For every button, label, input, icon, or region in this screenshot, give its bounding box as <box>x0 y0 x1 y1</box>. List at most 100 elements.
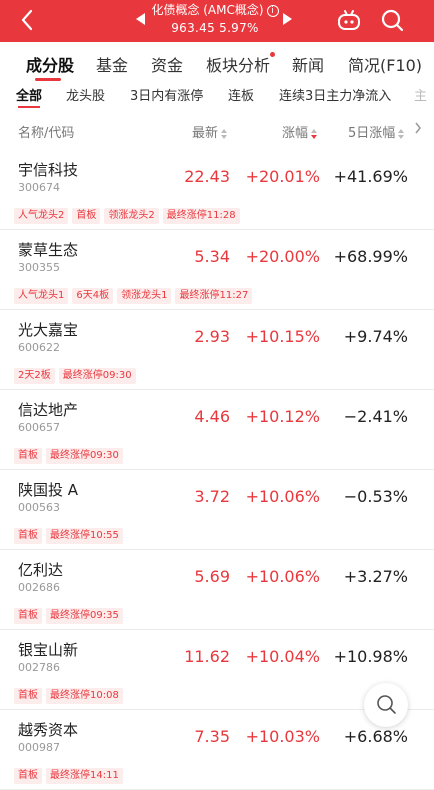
stock-row[interactable]: 信达地产 600657 4.46 +10.12% −2.41% 首板 最终涨停09… <box>0 390 434 470</box>
floating-search-button[interactable] <box>364 683 408 727</box>
stock-change: +20.00% <box>245 247 320 266</box>
main-tabs: 成分股 基金 资金 板块分析 新闻 简况(F10) <box>0 42 434 82</box>
stock-change-5d: −2.41% <box>343 407 408 426</box>
stock-price: 11.62 <box>184 647 230 666</box>
stock-tags: 首板 最终涨停09:30 <box>14 443 127 464</box>
stock-change: +10.06% <box>245 487 320 506</box>
header-search-button[interactable] <box>380 8 404 36</box>
stock-tag: 首板 <box>14 768 42 784</box>
info-icon[interactable]: i <box>266 5 279 17</box>
stock-row[interactable]: 亿利达 002686 5.69 +10.06% +3.27% 首板 最终涨停09:… <box>0 550 434 630</box>
filter-inflow-3d[interactable]: 连续3日主力净流入 <box>279 85 391 104</box>
column-price-label: 最新 <box>192 126 219 141</box>
tab-f10-overview[interactable]: 简况(F10) <box>348 52 422 76</box>
sort-desc-icon <box>311 128 318 139</box>
stock-code: 002686 <box>18 581 60 594</box>
filter-leaders[interactable]: 龙头股 <box>66 85 105 104</box>
stock-change-5d: +68.99% <box>333 247 408 266</box>
next-sector-icon[interactable] <box>283 13 292 25</box>
stock-change-5d: −0.53% <box>343 487 408 506</box>
stock-change: +10.06% <box>245 567 320 586</box>
tab-funds[interactable]: 基金 <box>96 52 128 76</box>
column-change5-sort[interactable]: 5日涨幅 <box>348 122 405 141</box>
column-change-sort[interactable]: 涨幅 <box>282 122 318 141</box>
tab-sector-analysis[interactable]: 板块分析 <box>206 52 270 76</box>
stock-name: 蒙草生态 <box>18 241 79 259</box>
stock-tag: 领涨龙头1 <box>117 288 172 304</box>
active-tab-indicator <box>35 78 61 81</box>
robot-assistant-button[interactable] <box>336 8 362 38</box>
stock-name: 光大嘉宝 <box>18 321 79 339</box>
stock-tag: 最终涨停14:11 <box>46 768 123 784</box>
stock-tags: 首板 最终涨停10:55 <box>14 523 127 544</box>
chevron-right-icon[interactable] <box>414 122 422 138</box>
tab-capital[interactable]: 资金 <box>151 52 183 76</box>
column-price-sort[interactable]: 最新 <box>192 122 228 141</box>
stock-code: 002786 <box>18 661 60 674</box>
search-icon <box>381 9 404 32</box>
stock-price: 5.34 <box>194 247 230 266</box>
stock-name: 陕国投 A <box>18 481 79 499</box>
stock-change: +10.03% <box>245 727 320 746</box>
stock-tag: 首板 <box>14 528 42 544</box>
stock-row[interactable]: 蒙草生态 300355 5.34 +20.00% +68.99% 人气龙头1 6天… <box>0 230 434 310</box>
stock-tag: 最终涨停09:30 <box>46 448 123 464</box>
stock-change: +10.12% <box>245 407 320 426</box>
stock-tags: 人气龙头1 6天4板 领涨龙头1 最终涨停11:27 <box>14 283 256 304</box>
stock-change-5d: +3.27% <box>343 567 408 586</box>
stock-price: 5.69 <box>194 567 230 586</box>
filter-limit-up-3d[interactable]: 3日内有涨停 <box>130 85 203 104</box>
stock-tags: 首板 最终涨停14:11 <box>14 763 127 784</box>
stock-tag: 最终涨停09:30 <box>58 368 136 384</box>
stock-tag: 最终涨停10:55 <box>46 528 123 544</box>
stock-price: 7.35 <box>194 727 230 746</box>
stock-code: 000563 <box>18 501 60 514</box>
stock-code: 600622 <box>18 341 60 354</box>
search-icon <box>377 695 396 714</box>
tab-news[interactable]: 新闻 <box>292 52 324 76</box>
sort-icon <box>221 128 228 139</box>
stock-row[interactable]: 宇信科技 300674 22.43 +20.01% +41.69% 人气龙头2 首… <box>0 150 434 230</box>
stock-tag: 首板 <box>14 608 42 624</box>
stock-change: +10.15% <box>245 327 320 346</box>
stock-tag: 6天4板 <box>72 288 114 304</box>
stock-row[interactable]: 越秀资本 000987 7.35 +10.03% +6.68% 首板 最终涨停14… <box>0 710 434 790</box>
active-filter-indicator <box>18 106 40 108</box>
stock-change-5d: +9.74% <box>343 327 408 346</box>
stock-tag: 首板 <box>72 208 101 224</box>
sector-title-block: 化债概念 (AMC概念) i 963.45 5.97% <box>130 2 300 38</box>
filter-consecutive[interactable]: 连板 <box>228 85 254 104</box>
column-change-label: 涨幅 <box>282 126 309 141</box>
stock-price: 4.46 <box>194 407 230 426</box>
stock-tag: 最终涨停10:08 <box>46 688 123 704</box>
stock-change-5d: +41.69% <box>333 167 408 186</box>
notification-dot <box>270 52 275 57</box>
stock-name: 越秀资本 <box>18 721 79 739</box>
tab-constituents[interactable]: 成分股 <box>26 52 74 76</box>
stock-tags: 首板 最终涨停09:35 <box>14 603 127 624</box>
stock-tag: 人气龙头1 <box>14 288 69 304</box>
stock-tag: 最终涨停11:27 <box>175 288 253 304</box>
stock-tag: 领涨龙头2 <box>104 208 159 224</box>
stock-name: 宇信科技 <box>18 161 79 179</box>
stock-code: 600657 <box>18 421 60 434</box>
stock-tag: 人气龙头2 <box>14 208 69 224</box>
stock-tag: 首板 <box>14 688 42 704</box>
filter-all[interactable]: 全部 <box>16 85 42 104</box>
stock-change: +20.01% <box>245 167 320 186</box>
stock-price: 22.43 <box>184 167 230 186</box>
stock-row[interactable]: 陕国投 A 000563 3.72 +10.06% −0.53% 首板 最终涨停1… <box>0 470 434 550</box>
stock-tag: 首板 <box>14 448 42 464</box>
sort-icon <box>398 128 405 139</box>
sector-quote: 963.45 5.97% <box>171 21 259 35</box>
stock-name: 亿利达 <box>18 561 64 579</box>
stock-code: 000987 <box>18 741 60 754</box>
stock-change-5d: +10.98% <box>333 647 408 666</box>
filter-more[interactable]: 主 <box>414 85 427 104</box>
stock-code: 300674 <box>18 181 60 194</box>
stock-row[interactable]: 光大嘉宝 600622 2.93 +10.15% +9.74% 2天2板 最终涨停… <box>0 310 434 390</box>
stock-tag: 最终涨停09:35 <box>46 608 123 624</box>
back-button[interactable] <box>16 8 40 32</box>
column-name-code: 名称/代码 <box>18 126 75 141</box>
stock-tags: 人气龙头2 首板 领涨龙头2 最终涨停11:28 <box>14 203 244 224</box>
